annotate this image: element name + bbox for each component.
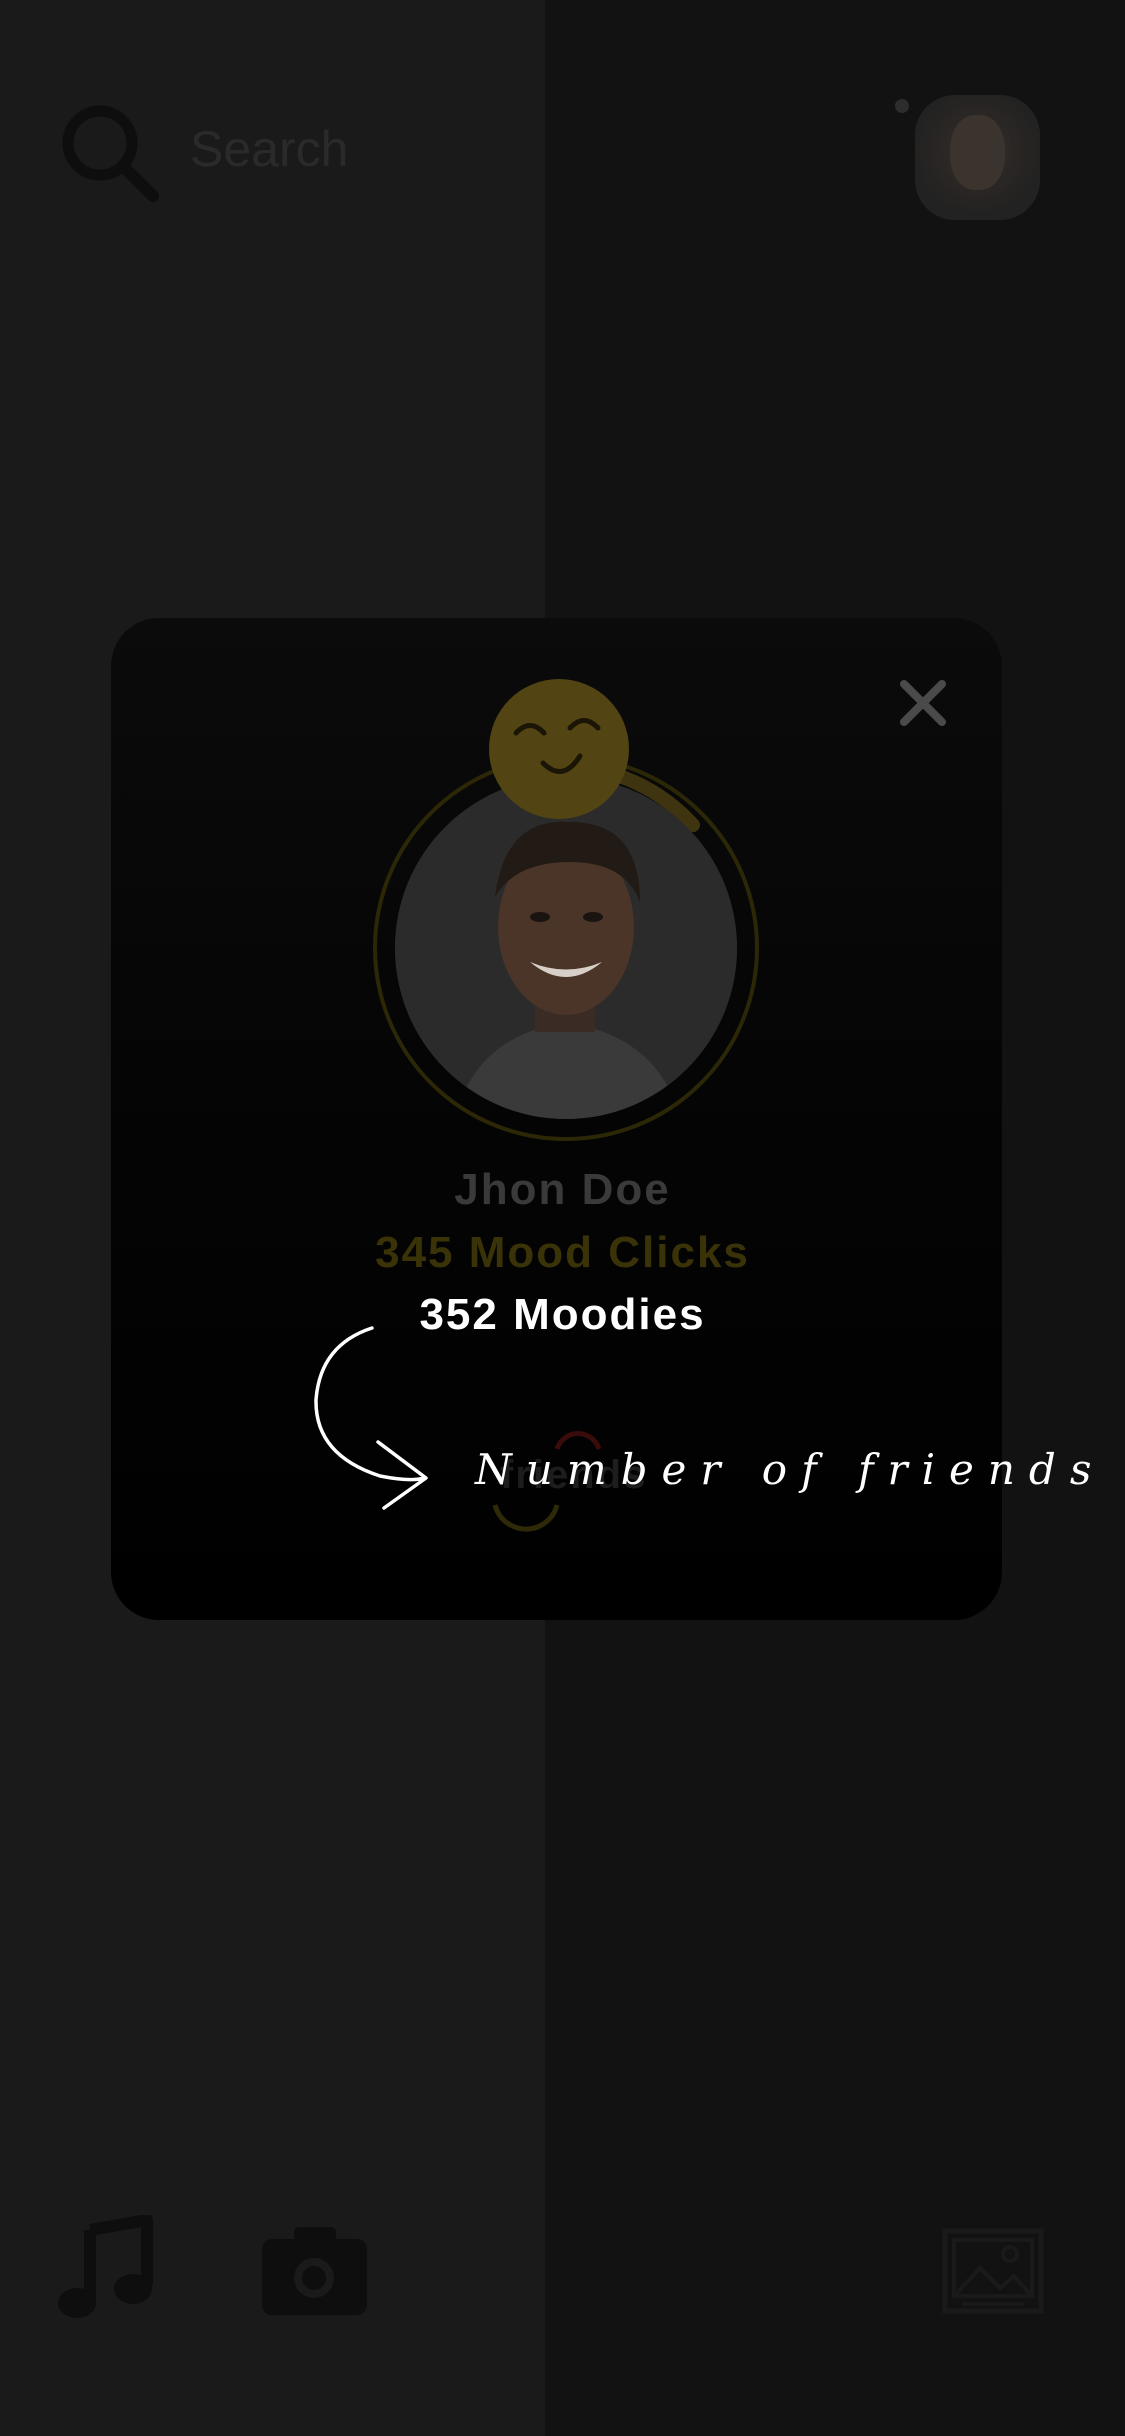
smile-emoji-icon [489,679,629,819]
notification-dot [895,99,909,113]
profile-photo-image [395,777,737,1119]
avatar-face [950,115,1005,190]
profile-name: Jhon Doe [454,1165,671,1214]
mood-clicks-count: 345 Mood Clicks [375,1228,750,1277]
search-icon[interactable] [55,98,165,208]
profile-avatar[interactable] [915,95,1040,220]
annotation-arrow-icon [314,1326,428,1510]
gallery-icon[interactable] [942,2228,1044,2314]
moodies-count: 352 Moodies [419,1290,706,1339]
music-note-icon[interactable] [55,2215,155,2325]
profile-photo [395,777,737,1119]
camera-icon[interactable] [262,2225,367,2315]
close-icon[interactable] [898,678,948,728]
annotation-text: Number of friends [475,1445,1106,1494]
search-input[interactable]: Search [190,120,348,178]
